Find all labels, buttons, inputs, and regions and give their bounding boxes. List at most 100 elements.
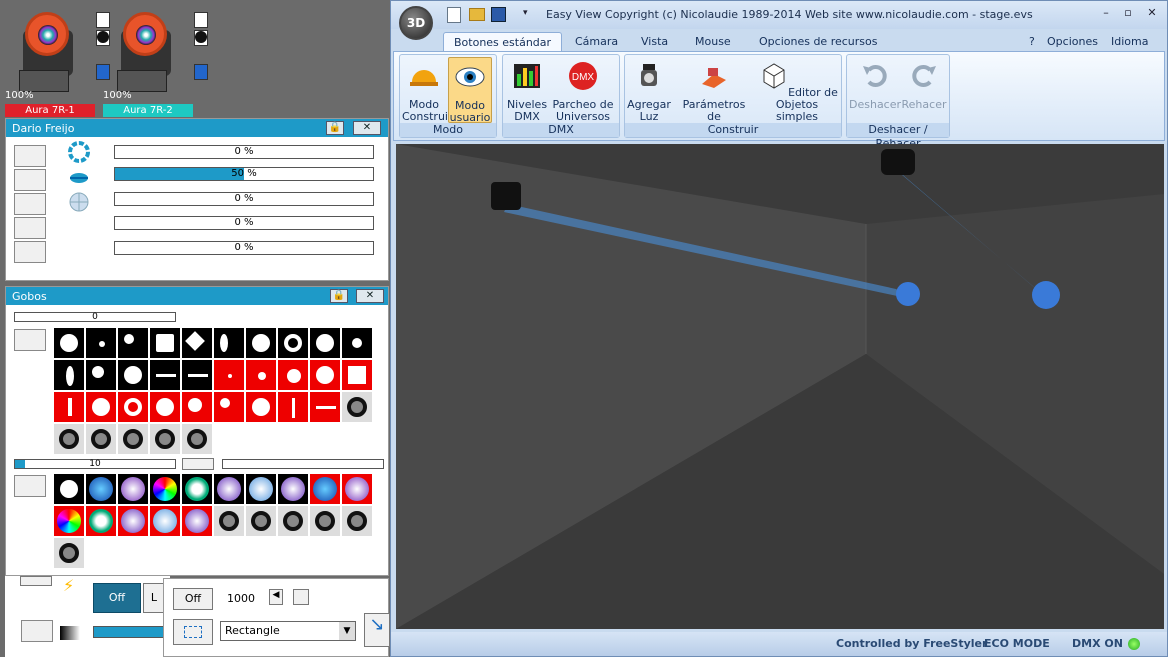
modo-usuario-button[interactable]: Modo usuario: [448, 57, 492, 124]
small-button[interactable]: [182, 458, 214, 470]
save-icon[interactable]: [491, 7, 506, 22]
gobo-reset-button[interactable]: [14, 329, 46, 351]
svg-text:DMX: DMX: [572, 72, 595, 83]
parametros-escenario-button[interactable]: Parámetros de escenario...: [675, 57, 753, 135]
tab-opciones-recursos[interactable]: Opciones de recursos: [749, 32, 887, 51]
group-label: Modo: [400, 123, 496, 137]
rehacer-button[interactable]: Rehacer: [901, 57, 947, 123]
help-button[interactable]: ?: [1027, 32, 1037, 51]
speed-value: 1000: [227, 592, 255, 605]
dmx-status: DMX ON: [1072, 637, 1123, 650]
channel-button[interactable]: [14, 193, 46, 215]
channel-bar[interactable]: 0 %: [114, 192, 374, 206]
channel-bar[interactable]: 50 %: [114, 167, 374, 181]
channel-button[interactable]: [14, 217, 46, 239]
ribbon: Modo Construir Modo usuario Modo Niveles…: [393, 51, 1165, 150]
channel-bar[interactable]: 0 %: [114, 216, 374, 230]
off-button[interactable]: Off: [173, 588, 213, 610]
partial-button[interactable]: L: [143, 583, 165, 613]
group-dmx: Niveles DMX DMX Parcheo de Universos DMX: [502, 54, 620, 138]
tab-botones[interactable]: Botones estándar: [443, 32, 563, 51]
stage-icon: [702, 68, 726, 88]
gobo-grid-2[interactable]: [53, 473, 377, 569]
gobo-swatch[interactable]: [194, 64, 208, 80]
group-construir: Agregar Luz Parámetros de escenario... E…: [624, 54, 842, 138]
window-title: Easy View Copyright (c) Nicolaudie 1989-…: [546, 8, 1033, 21]
dmx-led-icon: [1128, 638, 1140, 650]
speed-slider[interactable]: [222, 459, 384, 469]
shape-select-icon[interactable]: [173, 619, 213, 645]
gobos-panel: Gobos 🔒 ✕ 0 10: [5, 286, 389, 576]
flash-icon: ⚡: [63, 576, 75, 595]
shape-panel: Off 1000 ◀ Rectangle ▼ ↘: [163, 578, 390, 657]
group-deshacer: Deshacer Rehacer Deshacer / Rehacer: [846, 54, 950, 150]
shape-dropdown[interactable]: Rectangle ▼: [220, 621, 356, 641]
off-button-blue[interactable]: Off: [93, 583, 141, 613]
opciones-menu[interactable]: Opciones: [1045, 32, 1100, 51]
fixture-name: Aura 7R-1: [5, 104, 95, 117]
title-bar: 3D ▾ Easy View Copyright (c) Nicolaudie …: [391, 1, 1167, 40]
fixture-name: Aura 7R-2: [103, 104, 193, 117]
editor-objetos-button[interactable]: Editor de Objetos simples: [755, 57, 839, 123]
small-button[interactable]: [20, 576, 52, 586]
open-icon[interactable]: [469, 8, 485, 21]
channel-bar[interactable]: 0 %: [114, 145, 374, 159]
gobo-grid-1[interactable]: [53, 327, 377, 455]
close-button[interactable]: ✕: [356, 289, 384, 303]
arrow-button[interactable]: ↘: [364, 613, 390, 647]
dario-panel: Dario Freijo 🔒 ✕ 0 % 50 % 0 % 0 % 0 %: [5, 118, 389, 281]
channel-bar[interactable]: 0 %: [114, 241, 374, 255]
qat-dropdown-icon[interactable]: ▾: [523, 8, 528, 18]
parcheo-universos-button[interactable]: DMX Parcheo de Universos: [551, 57, 615, 123]
minimize-button[interactable]: –: [1097, 6, 1115, 22]
dmx-icon: DMX: [569, 62, 597, 90]
dimmer-bar[interactable]: [93, 626, 165, 638]
fixture-percent: 100%: [5, 90, 34, 101]
idioma-menu[interactable]: Idioma: [1109, 32, 1150, 51]
close-window-button[interactable]: ✕: [1143, 6, 1161, 22]
gobo-slider[interactable]: 0: [14, 312, 176, 322]
maximize-button[interactable]: ▫: [1119, 6, 1137, 22]
ribbon-tabs: Botones estándar Cámara Vista Mouse Opci…: [391, 29, 1167, 51]
deshacer-button[interactable]: Deshacer: [849, 57, 901, 123]
agregar-luz-button[interactable]: Agregar Luz: [627, 57, 671, 123]
niveles-dmx-button[interactable]: Niveles DMX: [505, 57, 549, 123]
tab-camara[interactable]: Cámara: [565, 32, 628, 51]
new-icon[interactable]: [447, 7, 461, 23]
group-modo: Modo Construir Modo usuario Modo: [399, 54, 497, 138]
increment-button[interactable]: [293, 589, 309, 605]
lock-icon[interactable]: 🔒: [326, 121, 344, 135]
focus-icon: [70, 173, 88, 183]
fixture-percent: 100%: [103, 90, 132, 101]
group-label: DMX: [503, 123, 619, 137]
close-button[interactable]: ✕: [353, 121, 381, 135]
eco-mode: ECO MODE: [984, 637, 1050, 650]
eye-icon: [455, 67, 485, 87]
color-slider[interactable]: 10: [14, 459, 176, 469]
hardhat-icon: [410, 70, 438, 86]
tab-vista[interactable]: Vista: [631, 32, 678, 51]
channel-button[interactable]: [14, 169, 46, 191]
decrement-button[interactable]: ◀: [269, 589, 283, 605]
channel-button[interactable]: [14, 145, 46, 167]
stage-3d-view[interactable]: [396, 144, 1164, 629]
undo-icon: [863, 65, 887, 87]
lock-icon[interactable]: 🔒: [330, 289, 348, 303]
main-window: 3D ▾ Easy View Copyright (c) Nicolaudie …: [390, 0, 1168, 657]
fixture-aura-2[interactable]: 100% Aura 7R-2: [103, 0, 199, 118]
levels-icon: [514, 64, 540, 88]
color-reset-button[interactable]: [14, 475, 46, 497]
black-dot-swatch[interactable]: [194, 30, 208, 46]
prism-icon: [69, 192, 89, 212]
redo-icon: [912, 65, 936, 87]
spotlight-icon: [641, 64, 657, 86]
controlled-by: Controlled by FreeStyler: [836, 637, 988, 650]
dimmer-button[interactable]: [21, 620, 53, 642]
group-label: Construir: [625, 123, 841, 137]
white-swatch[interactable]: [194, 12, 208, 28]
status-bar: Controlled by FreeStyler ECO MODE DMX ON: [391, 632, 1167, 656]
modo-construir-button[interactable]: Modo Construir: [402, 57, 453, 123]
fixture-aura-1[interactable]: 100% Aura 7R-1: [5, 0, 101, 118]
tab-mouse[interactable]: Mouse: [685, 32, 741, 51]
channel-button[interactable]: [14, 241, 46, 263]
